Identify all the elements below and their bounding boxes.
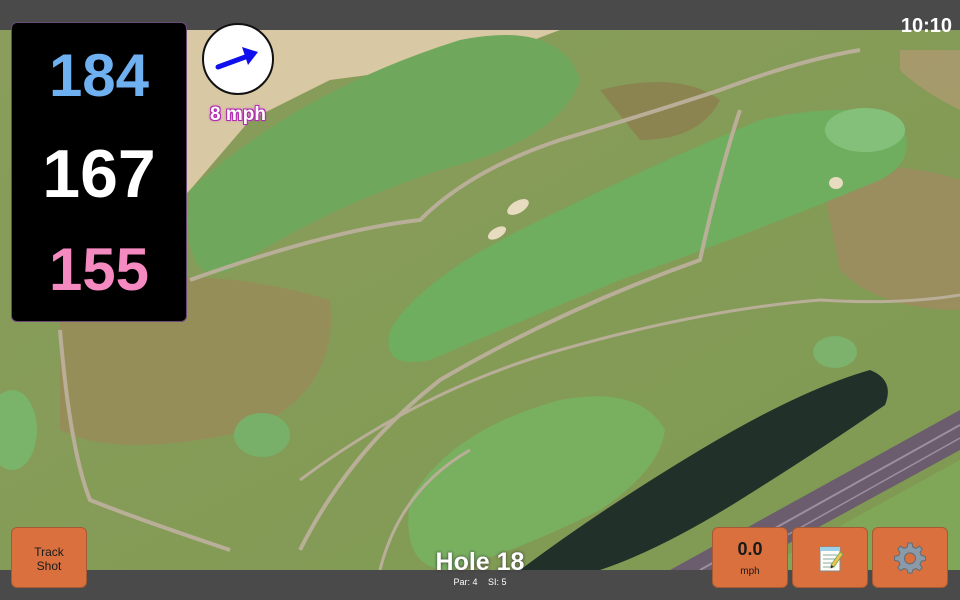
hole-title: Hole 18 — [435, 548, 525, 576]
speed-button[interactable]: 0.0 mph — [712, 527, 788, 588]
distance-middle: 167 — [42, 136, 156, 212]
distance-panel: 184 167 155 — [11, 22, 187, 322]
arrow-right-icon — [215, 47, 258, 70]
distance-front: 155 — [48, 236, 150, 303]
track-shot-label-line1: Track — [34, 545, 64, 559]
speed-value: 0.0 — [737, 539, 763, 559]
wind-indicator — [202, 23, 274, 95]
settings-button[interactable] — [872, 527, 948, 588]
notes-button[interactable] — [792, 527, 868, 588]
hole-info: Par: 4 SI: 5 — [400, 577, 560, 587]
notepad-icon — [819, 546, 844, 571]
hole-par: Par: 4 — [453, 577, 478, 587]
clock: 10:10 — [900, 15, 952, 37]
track-shot-label-line2: Shot — [36, 559, 62, 573]
speed-unit: mph — [740, 566, 760, 577]
wind-speed-label: 8 mph — [210, 104, 266, 125]
gear-icon — [894, 542, 926, 573]
hole-stroke-index: SI: 5 — [488, 577, 507, 587]
distance-back: 184 — [48, 42, 150, 109]
track-shot-button[interactable]: Track Shot — [11, 527, 87, 588]
